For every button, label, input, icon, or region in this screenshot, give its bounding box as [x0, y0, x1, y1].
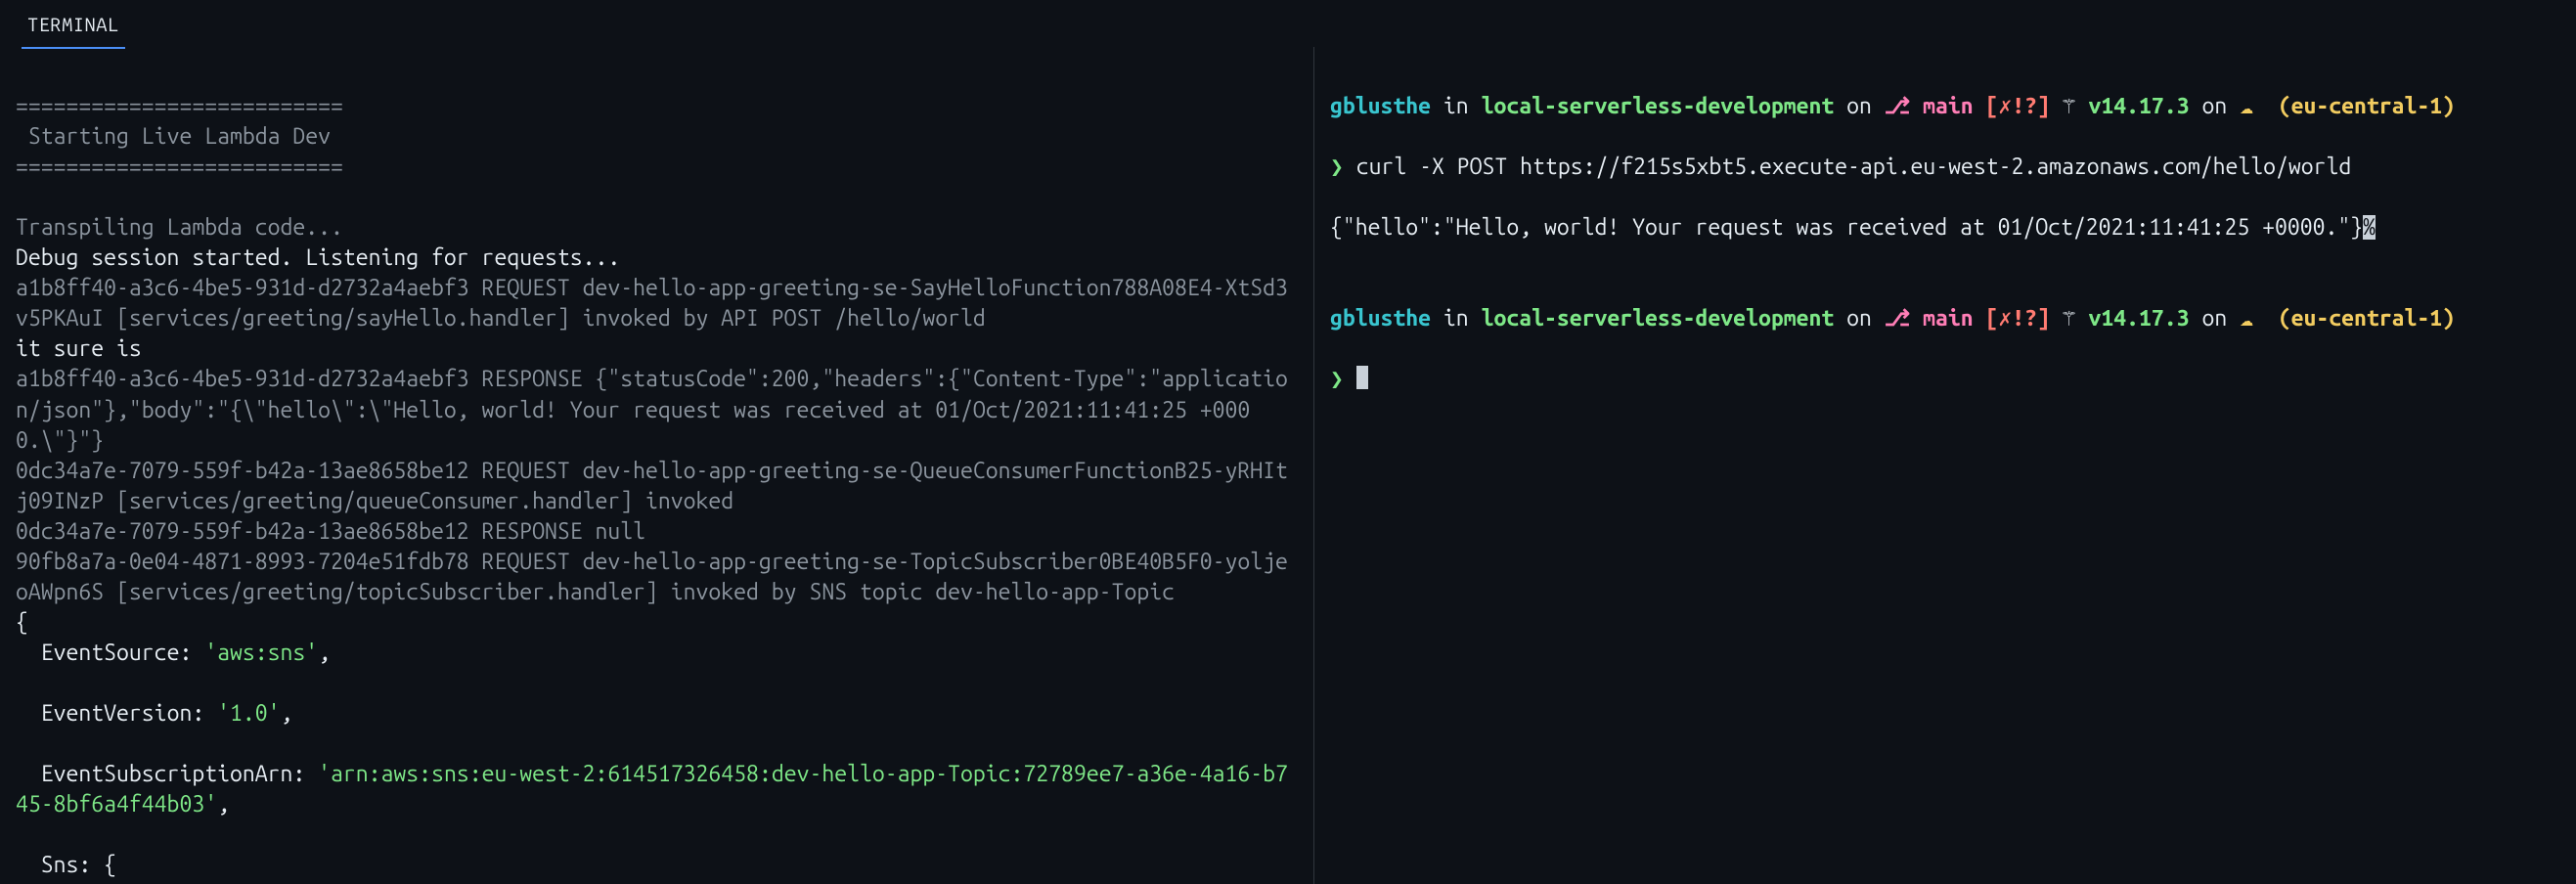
evsrc-val: 'aws:sns'	[204, 641, 318, 665]
prompt-dir: local-serverless-development	[1482, 94, 1835, 118]
workspace: ========================== Starting Live…	[0, 47, 2576, 884]
tab-bar: TERMINAL	[0, 0, 2576, 47]
prompt-user: gblusthe	[1330, 94, 1431, 118]
eol-marker: %	[2363, 215, 2376, 240]
log-response-1: a1b8ff40-a3c6-4be5-931d-d2732a4aebf3 RES…	[16, 367, 1288, 452]
output-line-1: {"hello":"Hello, world! Your request was…	[1330, 212, 2560, 243]
cloud-icon: ☁	[2240, 94, 2266, 118]
ghost-icon: ⚚	[2050, 94, 2089, 118]
command-line-1: ❯ curl -X POST https://f215s5xbt5.execut…	[1330, 152, 2560, 182]
log-response-2: 0dc34a7e-7079-559f-b42a-13ae8658be12 RES…	[16, 519, 645, 544]
banner-text: Starting Live Lambda Dev	[16, 124, 331, 149]
log-request-1: a1b8ff40-a3c6-4be5-931d-d2732a4aebf3 REQ…	[16, 276, 1288, 331]
prompt-branch: main	[1910, 94, 1985, 118]
left-terminal-pane[interactable]: ========================== Starting Live…	[0, 47, 1314, 884]
log-request-2: 0dc34a7e-7079-559f-b42a-13ae8658be12 REQ…	[16, 459, 1288, 513]
evver-val: '1.0'	[217, 701, 280, 726]
prompt-line-1: gblusthe in local-serverless-development…	[1330, 91, 2560, 121]
prompt-node: v14.17.3	[2089, 94, 2190, 118]
prompt-line-2: gblusthe in local-serverless-development…	[1330, 303, 2560, 333]
sns-open: Sns: {	[16, 853, 116, 877]
log-debug-started: Debug session started. Listening for req…	[16, 245, 620, 270]
evsrc-key: EventSource:	[16, 641, 204, 665]
tab-terminal[interactable]: TERMINAL	[22, 0, 125, 49]
prompt-region: (eu-central-1)	[2266, 94, 2455, 118]
log-request-3: 90fb8a7a-0e04-4871-8993-7204e51fdb78 REQ…	[16, 550, 1288, 604]
banner-rule: ==========================	[16, 94, 343, 118]
log-transpiling: Transpiling Lambda code...	[16, 215, 343, 240]
obj-open: {	[16, 610, 28, 635]
evsub-key: EventSubscriptionArn:	[16, 762, 318, 786]
log-it-sure-is: it sure is	[16, 336, 142, 361]
prompt-branch-flags: [✗!?]	[1986, 94, 2050, 118]
prompt-symbol: ❯	[1330, 155, 1356, 179]
evver-key: EventVersion:	[16, 701, 217, 726]
command-line-2[interactable]: ❯	[1330, 364, 2560, 394]
curl-command: curl -X POST https://f215s5xbt5.execute-…	[1356, 155, 2352, 179]
branch-icon: ⎇	[1885, 94, 1911, 118]
cursor	[1356, 366, 1368, 389]
right-terminal-pane[interactable]: gblusthe in local-serverless-development…	[1314, 47, 2576, 884]
banner-rule: ==========================	[16, 155, 343, 179]
curl-output: {"hello":"Hello, world! Your request was…	[1330, 215, 2363, 240]
